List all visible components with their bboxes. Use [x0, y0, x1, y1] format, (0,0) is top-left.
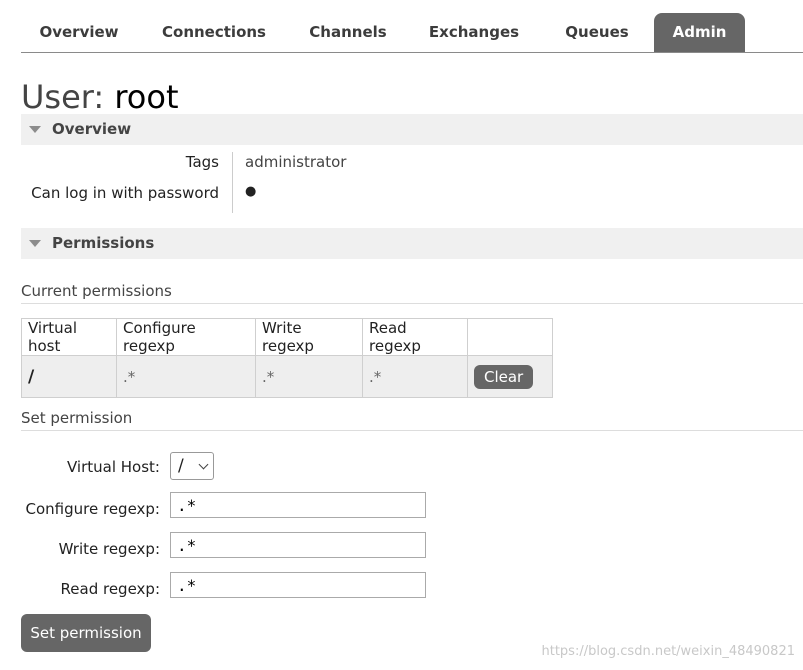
permissions-section-header[interactable]: Permissions [21, 228, 803, 259]
permissions-table: Virtual host Configure regexp Write rege… [21, 318, 553, 398]
watermark: https://blog.csdn.net/weixin_48490821 [541, 644, 795, 659]
cell-read: .* [362, 355, 468, 398]
vhost-select[interactable]: / [170, 452, 214, 480]
chevron-down-icon [198, 459, 209, 470]
current-permissions-heading: Current permissions [21, 282, 803, 304]
cell-action: Clear [467, 355, 553, 398]
tab-channels[interactable]: Channels [297, 13, 399, 52]
overview-divider [232, 152, 233, 213]
column-header-configure: Configure regexp [116, 318, 256, 356]
set-permission-button[interactable]: Set permission [21, 614, 151, 652]
tags-value: administrator [245, 153, 347, 171]
read-label: Read regexp: [60, 580, 160, 598]
vhost-select-value: / [178, 456, 184, 476]
title-prefix: User: [21, 78, 105, 116]
permissions-heading: Permissions [52, 234, 155, 252]
tab-overview[interactable]: Overview [21, 13, 137, 52]
top-nav: Overview Connections Channels Exchanges … [21, 13, 803, 53]
login-indicator: ● [245, 184, 257, 199]
vhost-label: Virtual Host: [67, 458, 160, 476]
configure-label: Configure regexp: [25, 500, 160, 518]
read-input[interactable]: .* [170, 572, 426, 598]
user-name: root [114, 78, 179, 116]
overview-section-header[interactable]: Overview [21, 114, 803, 145]
tab-exchanges[interactable]: Exchanges [418, 13, 530, 52]
collapse-arrow-icon [29, 240, 41, 247]
tab-connections[interactable]: Connections [153, 13, 275, 52]
collapse-arrow-icon [29, 126, 41, 133]
clear-button[interactable]: Clear [474, 364, 534, 389]
page-title: User: root [21, 78, 178, 116]
write-label: Write regexp: [58, 540, 160, 558]
configure-input[interactable]: .* [170, 492, 426, 518]
cell-write: .* [255, 355, 363, 398]
write-input[interactable]: .* [170, 532, 426, 558]
set-permission-heading: Set permission [21, 409, 803, 431]
table-row: / .* .* .* Clear [21, 355, 553, 398]
column-header-read: Read regexp [362, 318, 468, 356]
cell-vhost: / [21, 355, 117, 398]
column-header-virtual-host: Virtual host [21, 318, 117, 356]
tags-label: Tags [185, 153, 219, 171]
login-label: Can log in with password [31, 184, 219, 202]
tab-admin[interactable]: Admin [654, 13, 745, 52]
tab-queues[interactable]: Queues [553, 13, 641, 52]
cell-configure: .* [116, 355, 256, 398]
column-header-write: Write regexp [255, 318, 363, 356]
column-header-action [467, 318, 553, 356]
overview-heading: Overview [52, 120, 132, 138]
